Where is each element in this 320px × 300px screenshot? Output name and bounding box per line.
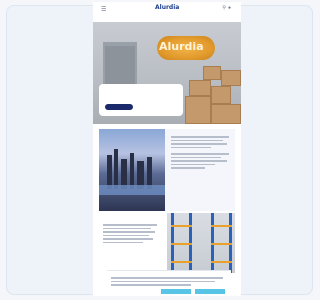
city-section — [99, 129, 235, 211]
globe-icon[interactable]: ● — [228, 5, 233, 11]
header-icons: ⚲● — [222, 5, 233, 11]
hamburger-icon[interactable]: ☰ — [101, 6, 106, 13]
brand-sign-text: Alurdia — [159, 40, 204, 53]
river — [99, 185, 165, 195]
cookie-text-lines — [111, 277, 227, 288]
cardboard-boxes — [185, 66, 241, 124]
cookie-banner — [107, 270, 231, 296]
site-logo[interactable]: Alurdia — [155, 4, 179, 11]
warehouse-text — [103, 221, 159, 245]
cookie-accept-button[interactable] — [195, 289, 225, 294]
cookie-settings-button[interactable] — [161, 289, 191, 294]
site-header: ☰ Alurdia ⚲● — [93, 2, 241, 22]
warehouse-racks-image — [167, 213, 235, 273]
city-text — [171, 133, 233, 171]
hero-card — [99, 84, 183, 116]
warehouse-text-lines — [103, 224, 159, 243]
website-preview: ☰ Alurdia ⚲● Alurdia — [93, 2, 241, 296]
city-text-lines — [171, 136, 233, 169]
hero-banner: Alurdia — [93, 22, 241, 124]
hero-cta-button[interactable] — [105, 104, 133, 110]
cookie-reject-button[interactable] — [111, 290, 129, 294]
city-skyline-image — [99, 129, 165, 211]
